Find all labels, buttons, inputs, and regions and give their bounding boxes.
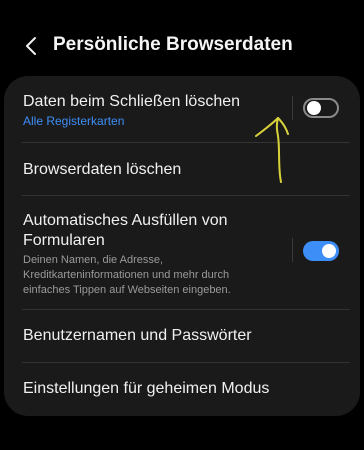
toggle-knob xyxy=(322,244,336,258)
secret-mode-title: Einstellungen für geheimen Modus xyxy=(23,380,270,397)
row-separator xyxy=(292,238,293,262)
screen: Persönliche Browserdaten Daten beim Schl… xyxy=(0,0,364,450)
clear-on-close-toggle[interactable] xyxy=(303,98,339,118)
clear-on-close-subtitle: Alle Registerkarten xyxy=(23,114,125,128)
page-title: Persönliche Browserdaten xyxy=(53,34,293,55)
toggle-knob xyxy=(307,101,321,115)
row-separator xyxy=(292,96,293,120)
clear-data-title: Browserdaten löschen xyxy=(23,161,182,178)
autofill-toggle[interactable] xyxy=(303,241,339,261)
settings-card: Daten beim Schließen löschen Alle Regist… xyxy=(4,76,360,416)
clear-on-close-row[interactable]: Daten beim Schließen löschen Alle Regist… xyxy=(4,76,360,142)
clear-data-row[interactable]: Browserdaten löschen xyxy=(4,143,360,195)
app-header: Persönliche Browserdaten xyxy=(0,28,364,64)
clear-on-close-title: Daten beim Schließen löschen xyxy=(23,93,241,110)
autofill-desc-line2: Kreditkarteninformationen und mehr durch xyxy=(23,269,230,281)
autofill-title-line2: Formularen xyxy=(23,232,105,249)
secret-mode-row[interactable]: Einstellungen für geheimen Modus xyxy=(4,363,360,416)
autofill-row[interactable]: Automatisches Ausfüllen von Formularen D… xyxy=(4,196,360,309)
autofill-desc-line3: einfaches Tippen auf Webseiten eingeben. xyxy=(23,284,231,296)
autofill-title-line1: Automatisches Ausfüllen von xyxy=(23,212,228,229)
autofill-desc-line1: Deinen Namen, die Adresse, xyxy=(23,254,164,266)
passwords-title: Benutzernamen und Passwörter xyxy=(23,327,252,344)
chevron-left-icon xyxy=(26,37,36,55)
passwords-row[interactable]: Benutzernamen und Passwörter xyxy=(4,310,360,362)
back-button[interactable] xyxy=(18,32,44,60)
